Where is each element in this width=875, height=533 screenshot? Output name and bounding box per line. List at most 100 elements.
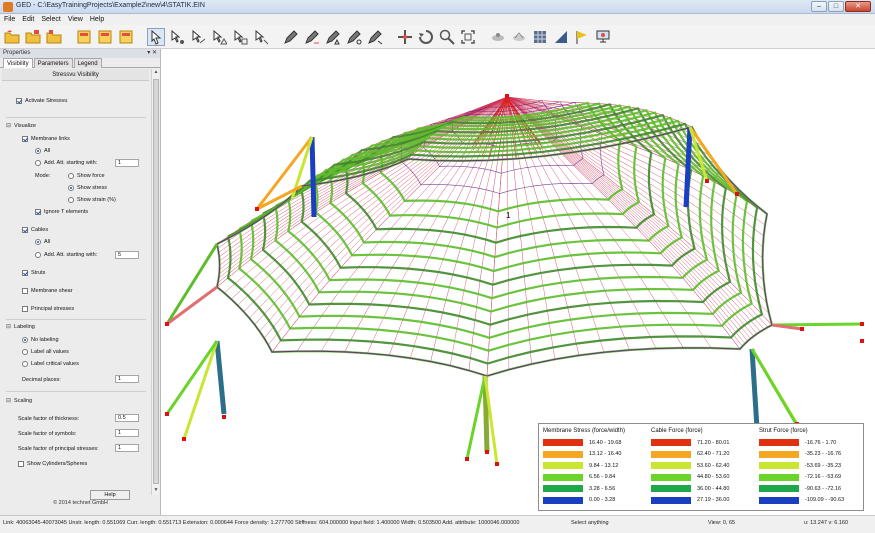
open-folder-icon[interactable] <box>45 28 63 46</box>
pencil-icon[interactable] <box>366 28 384 46</box>
tab-legend[interactable]: Legend <box>73 58 102 68</box>
select-misc-icon[interactable] <box>252 28 270 46</box>
label-all-row[interactable]: Label all values <box>22 349 69 355</box>
label-all-radio[interactable] <box>22 349 28 355</box>
collapse-icon[interactable]: ⊟ <box>6 323 11 330</box>
menu-help[interactable]: Help <box>90 16 104 23</box>
close-button[interactable]: ✕ <box>845 1 871 12</box>
tab-visibility[interactable]: Visibility <box>3 58 33 68</box>
legend-box: Membrane Stress (force/width) Cable Forc… <box>538 423 864 511</box>
thickness-label: Scale factor of thickness: <box>18 416 80 422</box>
zoom-icon[interactable] <box>438 28 456 46</box>
principal-scale-input[interactable]: 1 <box>115 444 139 452</box>
legend-swatch <box>651 450 691 458</box>
symbols-label: Scale factor of symbols: <box>18 431 77 437</box>
cables-all-radio[interactable] <box>35 239 41 245</box>
zoom-extents-icon[interactable] <box>459 28 477 46</box>
symbols-input[interactable]: 1 <box>115 429 139 437</box>
maximize-button[interactable]: □ <box>828 1 844 12</box>
scaling-header[interactable]: ⊟ Scaling <box>6 397 32 405</box>
pencil-icon[interactable] <box>303 28 321 46</box>
show-strain-row[interactable]: Show strain (%) <box>68 197 116 203</box>
pencil-icon[interactable] <box>324 28 342 46</box>
membrane-add-att-radio[interactable] <box>35 160 41 166</box>
membrane-add-att-row[interactable]: Add. Att. starting with: <box>35 160 97 166</box>
cables-add-att-row[interactable]: Add. Att. starting with: <box>35 252 97 258</box>
cables-row[interactable]: Cables <box>22 227 48 233</box>
labeling-header[interactable]: ⊟ Labeling <box>6 323 35 331</box>
collapse-icon[interactable]: ⊟ <box>6 397 11 404</box>
thickness-input[interactable]: 0.5 <box>115 414 139 422</box>
tab-parameters[interactable]: Parameters <box>33 58 73 68</box>
panel-scrollbar[interactable]: ▲ ▼ <box>151 69 159 495</box>
select-node-icon[interactable] <box>168 28 186 46</box>
label-critical-row[interactable]: Label critical values <box>22 361 79 367</box>
pencil-icon[interactable] <box>345 28 363 46</box>
membrane-add-att-input[interactable]: 1 <box>115 159 139 167</box>
scroll-up-icon[interactable]: ▲ <box>152 69 160 77</box>
minimize-button[interactable]: – <box>811 1 827 12</box>
no-labeling-radio[interactable] <box>22 337 28 343</box>
membrane-links-checkbox[interactable] <box>22 136 28 142</box>
pan-icon[interactable] <box>396 28 414 46</box>
scroll-down-icon[interactable]: ▼ <box>152 487 160 495</box>
decimal-places-input[interactable]: 1 <box>115 375 139 383</box>
cables-add-att-input[interactable]: 5 <box>115 251 139 259</box>
show-cylinders-checkbox[interactable] <box>18 461 24 467</box>
collapse-icon[interactable]: ⊟ <box>6 122 11 129</box>
membrane-all-radio[interactable] <box>35 148 41 154</box>
legend-value: 62.40 - 71.20 <box>697 451 730 457</box>
struts-row[interactable]: Struts <box>22 270 45 276</box>
label-critical-radio[interactable] <box>22 361 28 367</box>
show-strain-radio[interactable] <box>68 197 74 203</box>
panel-header-buttons[interactable]: ▾ ✕ <box>147 49 157 58</box>
select-link-icon[interactable] <box>189 28 207 46</box>
membrane-shear-row[interactable]: Membrane shear <box>22 288 73 294</box>
cables-all-row[interactable]: All <box>35 239 50 245</box>
struts-checkbox[interactable] <box>22 270 28 276</box>
open-folder-icon[interactable] <box>3 28 21 46</box>
activate-stressvu-checkbox[interactable] <box>16 98 22 104</box>
rotate-icon[interactable] <box>417 28 435 46</box>
activate-stressvu-row[interactable]: Activate Stressvu <box>16 98 68 104</box>
view-side-icon[interactable] <box>510 28 528 46</box>
dataset-icon[interactable] <box>96 28 114 46</box>
computer-icon[interactable] <box>594 28 612 46</box>
ignore-t-checkbox[interactable] <box>35 209 41 215</box>
open-folder-icon[interactable] <box>24 28 42 46</box>
membrane-all-row[interactable]: All <box>35 148 50 154</box>
select-arrow-icon[interactable] <box>147 27 165 46</box>
legend-row-membrane: 13.12 - 16.40 <box>543 450 621 458</box>
view-front-icon[interactable] <box>489 28 507 46</box>
dataset-icon[interactable] <box>117 28 135 46</box>
show-force-radio[interactable] <box>68 173 74 179</box>
show-stress-radio[interactable] <box>68 185 74 191</box>
membrane-links-row[interactable]: Membrane links <box>22 136 70 142</box>
cables-add-att-radio[interactable] <box>35 252 41 258</box>
menu-edit[interactable]: Edit <box>22 16 34 23</box>
menu-file[interactable]: File <box>4 16 15 23</box>
help-button[interactable]: Help <box>90 490 130 500</box>
flag-icon[interactable] <box>573 28 591 46</box>
cables-checkbox[interactable] <box>22 227 28 233</box>
show-stress-row[interactable]: Show stress <box>68 185 107 191</box>
legend-value: -35.23 - -16.76 <box>805 451 842 457</box>
show-cylinders-row[interactable]: Show Cylinders/Spheres <box>18 461 87 467</box>
principal-stresses-row[interactable]: Principal stresses <box>22 306 74 312</box>
principal-stresses-checkbox[interactable] <box>22 306 28 312</box>
menu-view[interactable]: View <box>68 16 83 23</box>
visualize-header[interactable]: ⊟ Visualize <box>6 122 36 130</box>
legend-value: 36.00 - 44.80 <box>697 485 730 492</box>
membrane-shear-checkbox[interactable] <box>22 288 28 294</box>
ignore-t-row[interactable]: Ignore T elements <box>35 209 88 215</box>
triangle-icon[interactable] <box>552 28 570 46</box>
show-force-row[interactable]: Show force <box>68 173 105 179</box>
select-element-icon[interactable] <box>210 28 228 46</box>
scroll-thumb[interactable] <box>153 79 159 484</box>
no-labeling-row[interactable]: No labeling <box>22 337 59 343</box>
table-icon[interactable] <box>531 28 549 46</box>
pencil-icon[interactable] <box>282 28 300 46</box>
select-area-icon[interactable] <box>231 28 249 46</box>
dataset-icon[interactable] <box>75 28 93 46</box>
menu-select[interactable]: Select <box>41 16 60 23</box>
